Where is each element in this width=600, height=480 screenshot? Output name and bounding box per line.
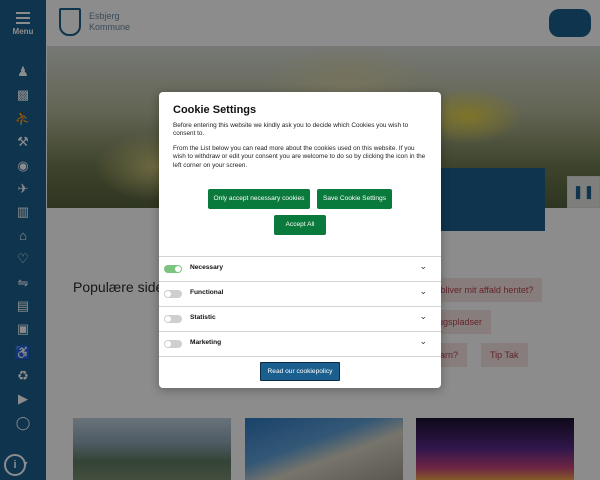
cookie-category-statistic[interactable]: Statistic ⌄ [159, 307, 441, 331]
chevron-down-icon[interactable]: ⌄ [419, 311, 427, 322]
cookie-category-marketing[interactable]: Marketing ⌄ [159, 332, 441, 356]
toggle-switch[interactable] [164, 340, 182, 348]
cookie-settings-dialog: Cookie Settings Before entering this web… [159, 92, 441, 388]
category-label: Marketing [190, 339, 222, 346]
dialog-intro: Before entering this website we kindly a… [173, 122, 409, 138]
chevron-down-icon[interactable]: ⌄ [419, 336, 427, 347]
category-label: Statistic [190, 314, 216, 321]
save-settings-button[interactable]: Save Cookie Settings [317, 189, 392, 209]
category-label: Functional [190, 289, 224, 296]
cookie-category-functional[interactable]: Functional ⌄ [159, 282, 441, 306]
chevron-down-icon[interactable]: ⌄ [419, 286, 427, 297]
dialog-details: From the List below you can read more ab… [173, 145, 426, 169]
toggle-switch[interactable] [164, 315, 182, 323]
accept-all-button[interactable]: Accept All [274, 215, 326, 235]
divider [159, 356, 441, 357]
accept-necessary-button[interactable]: Only accept necessary cookies [208, 189, 310, 209]
toggle-switch[interactable] [164, 290, 182, 298]
page: Menu ♟ ▩ ⛹ ⚒ ◉ ✈ ▥ ⌂ ♡ ⇋ ▤ ▣ ♿ ♻ ▶ ◯ i ▼… [0, 0, 600, 480]
dialog-title: Cookie Settings [173, 104, 257, 116]
cookie-category-necessary[interactable]: Necessary ⌄ [159, 257, 441, 281]
category-label: Necessary [190, 264, 223, 271]
read-cookie-policy-button[interactable]: Read our cookiepolicy [260, 362, 340, 381]
chevron-down-icon[interactable]: ⌄ [419, 261, 427, 272]
toggle-switch[interactable] [164, 265, 182, 273]
